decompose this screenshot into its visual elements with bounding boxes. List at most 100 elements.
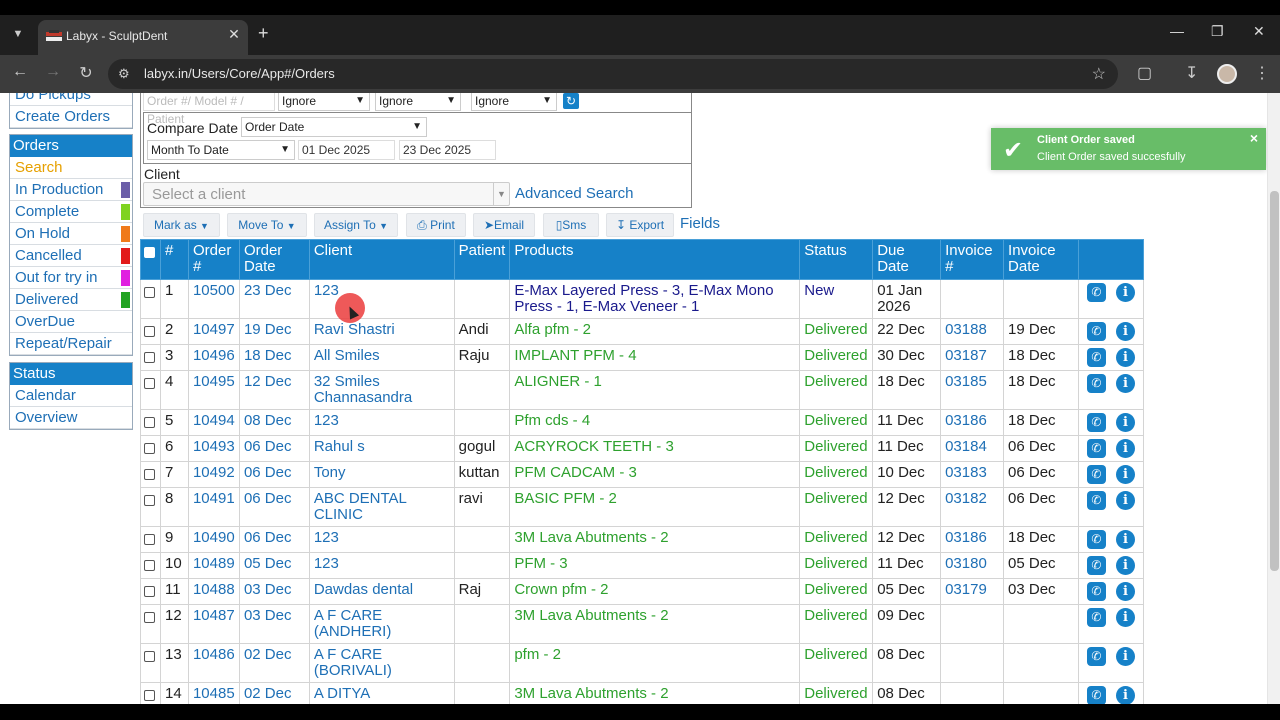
cell-client[interactable]: A DITYA <box>308 682 455 704</box>
cell-order-number[interactable]: 10497 <box>187 318 240 345</box>
table-row[interactable]: 13 10486 02 Dec A F CARE (BORIVALI) pfm - 2D… <box>140 643 1145 683</box>
menu-item-create-orders[interactable]: Create Orders <box>10 106 132 128</box>
cell-client[interactable]: Tony <box>308 461 455 488</box>
col-header-invoice-date[interactable]: Invoice Date <box>1003 239 1079 280</box>
cell-client[interactable]: Dawdas dental <box>308 578 455 605</box>
info-icon[interactable]: i <box>1115 465 1135 484</box>
cell-products[interactable]: IMPLANT PFM - 4 <box>509 344 801 371</box>
export-button[interactable]: ↧ Export <box>606 213 674 237</box>
info-icon[interactable]: i <box>1115 647 1135 666</box>
col-header-status[interactable]: Status <box>799 239 874 280</box>
cell-order-number[interactable]: 10495 <box>187 370 240 410</box>
col-header-due-date[interactable]: Due Date <box>872 239 942 280</box>
cell-products[interactable]: BASIC PFM - 2 <box>509 487 801 527</box>
row-checkbox[interactable] <box>140 409 161 436</box>
row-checkbox[interactable] <box>140 370 161 410</box>
phone-icon[interactable]: ✆ <box>1086 491 1106 510</box>
cell-products[interactable]: 3M Lava Abutments - 2 <box>509 682 801 704</box>
cell-client[interactable]: 123 <box>308 279 455 319</box>
row-checkbox[interactable] <box>140 604 161 644</box>
phone-icon[interactable]: ✆ <box>1086 348 1106 367</box>
row-checkbox[interactable] <box>140 461 161 488</box>
compare-date-select[interactable]: Order Date ▼ <box>241 117 427 137</box>
cell-order-number[interactable]: 10491 <box>187 487 240 527</box>
cell-invoice-number[interactable]: 03184 <box>940 435 1005 462</box>
menu-item-in-production[interactable]: In Production <box>10 179 132 201</box>
profile-avatar[interactable] <box>1217 64 1237 84</box>
cell-order-number[interactable]: 10494 <box>187 409 240 436</box>
row-checkbox[interactable] <box>140 526 161 553</box>
cell-products[interactable]: pfm - 2 <box>509 643 801 683</box>
phone-icon[interactable]: ✆ <box>1086 283 1106 302</box>
mark-as-button[interactable]: Mark as ▼ <box>143 213 220 237</box>
row-checkbox[interactable] <box>140 578 161 605</box>
table-row[interactable]: 9 10490 06 Dec 123 3M Lava Abutments - 2 Deli… <box>140 526 1145 553</box>
ignore-select-1[interactable]: Ignore ▼ <box>278 93 370 111</box>
col-header-order-date[interactable]: Order Date <box>238 239 310 280</box>
cell-invoice-number[interactable]: 03186 <box>940 409 1005 436</box>
cell-order-number[interactable]: 10493 <box>187 435 240 462</box>
menu-item-on-hold[interactable]: On Hold <box>10 223 132 245</box>
download-icon[interactable]: ↧ <box>1185 63 1198 83</box>
cell-client[interactable]: Ravi Shastri <box>308 318 455 345</box>
cell-invoice-number[interactable] <box>940 682 1005 704</box>
cell-order-number[interactable]: 10492 <box>187 461 240 488</box>
back-icon[interactable]: ← <box>10 63 30 81</box>
address-bar[interactable]: ⚙ labyx.in/Users/Core/App#/Orders ☆ <box>108 59 1118 89</box>
menu-item-search[interactable]: Search <box>10 157 132 179</box>
table-row[interactable]: 3 10496 18 Dec All Smiles Raju IMPLANT PFM - … <box>140 344 1145 371</box>
info-icon[interactable]: i <box>1115 582 1135 601</box>
cell-invoice-number[interactable] <box>940 279 1005 319</box>
menu-item-do-pickups[interactable]: Do Pickups <box>10 93 132 106</box>
cell-invoice-number[interactable] <box>940 643 1005 683</box>
forward-icon[interactable]: → <box>43 63 63 81</box>
cell-products[interactable]: Pfm cds - 4 <box>509 409 801 436</box>
row-checkbox[interactable] <box>140 344 161 371</box>
phone-icon[interactable]: ✆ <box>1086 582 1106 601</box>
phone-icon[interactable]: ✆ <box>1086 686 1106 704</box>
phone-icon[interactable]: ✆ <box>1086 322 1106 341</box>
bookmark-star-icon[interactable]: ☆ <box>1092 64 1106 84</box>
row-checkbox[interactable] <box>140 487 161 527</box>
info-icon[interactable]: i <box>1115 413 1135 432</box>
cell-invoice-number[interactable]: 03185 <box>940 370 1005 410</box>
cell-order-number[interactable]: 10485 <box>187 682 240 704</box>
cell-client[interactable]: 123 <box>308 552 455 579</box>
ignore-select-2[interactable]: Ignore ▼ <box>375 93 461 111</box>
table-row[interactable]: 1 10500 23 Dec 123 E-Max Layered Press - 3, … <box>140 279 1145 319</box>
menu-item-complete[interactable]: Complete <box>10 201 132 223</box>
cell-client[interactable]: A F CARE (ANDHERI) <box>308 604 455 644</box>
table-row[interactable]: 7 10492 06 Dec Tony kuttan PFM CADCAM - 3 Deli… <box>140 461 1145 488</box>
menu-item-overdue[interactable]: OverDue <box>10 311 132 333</box>
assign-to-button[interactable]: Assign To ▼ <box>314 213 398 237</box>
menu-item-delivered[interactable]: Delivered <box>10 289 132 311</box>
window-close-icon[interactable]: ✕ <box>1253 23 1265 40</box>
ignore-select-3[interactable]: Ignore ▼ <box>471 93 557 111</box>
col-header-products[interactable]: Products <box>509 239 801 280</box>
table-row[interactable]: 12 10487 03 Dec A F CARE (ANDHERI) 3M Lava A… <box>140 604 1145 644</box>
phone-icon[interactable]: ✆ <box>1086 465 1106 484</box>
from-date-input[interactable]: 01 Dec 2025 <box>298 140 395 160</box>
info-icon[interactable]: i <box>1115 348 1135 367</box>
cell-invoice-number[interactable]: 03186 <box>940 526 1005 553</box>
phone-icon[interactable]: ✆ <box>1086 439 1106 458</box>
info-icon[interactable]: i <box>1115 439 1135 458</box>
print-button[interactable]: ⎙ Print <box>406 213 466 237</box>
page-scrollbar[interactable] <box>1267 93 1280 704</box>
email-button[interactable]: ➤Email <box>473 213 535 237</box>
cell-client[interactable]: Rahul s <box>308 435 455 462</box>
phone-icon[interactable]: ✆ <box>1086 608 1106 627</box>
cell-order-number[interactable]: 10496 <box>187 344 240 371</box>
cell-client[interactable]: All Smiles <box>308 344 455 371</box>
col-header-client[interactable]: Client <box>308 239 455 280</box>
minimize-icon[interactable]: — <box>1170 23 1184 39</box>
info-icon[interactable]: i <box>1115 686 1135 704</box>
site-settings-icon[interactable]: ⚙ <box>118 66 130 82</box>
row-checkbox[interactable] <box>140 682 161 704</box>
phone-icon[interactable]: ✆ <box>1086 556 1106 575</box>
refresh-icon[interactable]: ↻ <box>563 93 579 109</box>
phone-icon[interactable]: ✆ <box>1086 413 1106 432</box>
new-tab-icon[interactable]: + <box>258 23 269 44</box>
cell-invoice-number[interactable] <box>940 604 1005 644</box>
tab-list-chevron-icon[interactable]: ▼ <box>8 24 28 44</box>
